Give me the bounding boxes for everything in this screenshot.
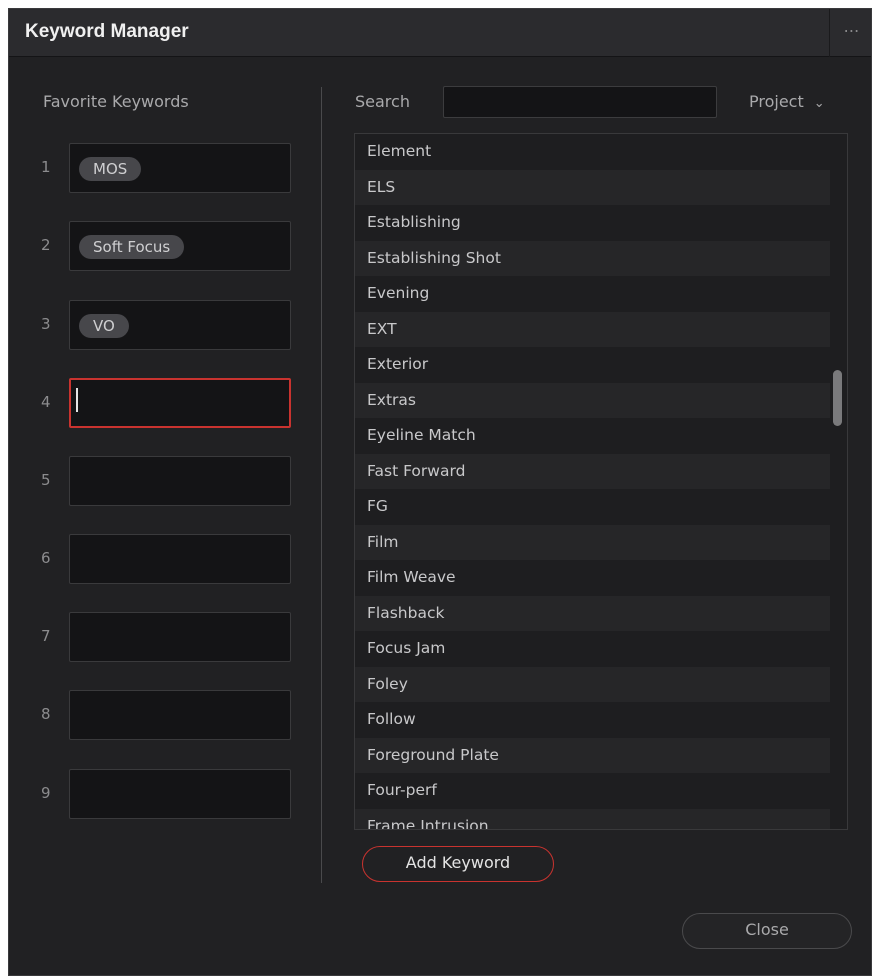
favorite-slot-2: 2 Soft Focus xyxy=(9,221,309,271)
slot-number: 4 xyxy=(41,393,51,411)
chevron-down-icon: ⌄ xyxy=(813,96,825,111)
keyword-manager-window: Keyword Manager ⋯ Favorite Keywords 1 MO… xyxy=(8,8,872,976)
list-item[interactable]: FG xyxy=(355,489,830,525)
favorite-field-4[interactable] xyxy=(69,378,291,428)
list-item[interactable]: Foreground Plate xyxy=(355,737,830,773)
slot-number: 1 xyxy=(41,158,51,176)
favorite-field-5[interactable] xyxy=(69,456,291,506)
favorite-field-2[interactable]: Soft Focus xyxy=(69,221,291,271)
slot-number: 2 xyxy=(41,236,51,254)
list-item[interactable]: Exterior xyxy=(355,347,830,383)
favorite-slot-3: 3 VO xyxy=(9,300,309,350)
favorite-slot-4: 4 xyxy=(9,378,309,428)
list-item[interactable]: Focus Jam xyxy=(355,631,830,667)
list-item[interactable]: ELS xyxy=(355,169,830,205)
title-bar-divider xyxy=(829,9,830,57)
list-item[interactable]: Establishing Shot xyxy=(355,240,830,276)
favorite-slot-5: 5 xyxy=(9,456,309,506)
list-item[interactable]: Frame Intrusion xyxy=(355,808,830,829)
favorite-field-1[interactable]: MOS xyxy=(69,143,291,193)
favorite-slot-7: 7 xyxy=(9,612,309,662)
favorite-slot-9: 9 xyxy=(9,769,309,819)
favorite-field-6[interactable] xyxy=(69,534,291,584)
favorite-slot-8: 8 xyxy=(9,690,309,740)
list-item[interactable]: EXT xyxy=(355,311,830,347)
list-item[interactable]: Fast Forward xyxy=(355,453,830,489)
list-item[interactable]: Film xyxy=(355,524,830,560)
list-item[interactable]: Flashback xyxy=(355,595,830,631)
scope-label: Project xyxy=(749,92,804,111)
window-title: Keyword Manager xyxy=(25,21,189,42)
scrollbar-thumb[interactable] xyxy=(833,370,842,426)
close-button[interactable]: Close xyxy=(682,913,852,949)
add-keyword-button[interactable]: Add Keyword xyxy=(362,846,554,882)
list-item[interactable]: Film Weave xyxy=(355,560,830,596)
keyword-chip[interactable]: VO xyxy=(79,314,129,338)
list-item[interactable]: Establishing xyxy=(355,205,830,241)
favorite-field-8[interactable] xyxy=(69,690,291,740)
list-item[interactable]: Extras xyxy=(355,382,830,418)
search-input[interactable] xyxy=(443,86,717,118)
keyword-list[interactable]: Element ELS Establishing Establishing Sh… xyxy=(354,133,848,830)
more-options-icon[interactable]: ⋯ xyxy=(835,21,869,43)
list-item[interactable]: Follow xyxy=(355,702,830,738)
slot-number: 9 xyxy=(41,784,51,802)
panel-divider xyxy=(321,87,322,883)
keyword-chip[interactable]: MOS xyxy=(79,157,142,181)
scope-dropdown[interactable]: Project ⌄ xyxy=(749,92,825,111)
title-bar: Keyword Manager ⋯ xyxy=(9,9,871,57)
slot-number: 3 xyxy=(41,315,51,333)
slot-number: 7 xyxy=(41,627,51,645)
favorite-field-7[interactable] xyxy=(69,612,291,662)
favorite-keywords-header: Favorite Keywords xyxy=(43,92,189,111)
list-item[interactable]: Foley xyxy=(355,666,830,702)
list-item[interactable]: Element xyxy=(355,134,830,170)
keyword-chip[interactable]: Soft Focus xyxy=(79,235,185,259)
slot-number: 5 xyxy=(41,471,51,489)
favorite-field-9[interactable] xyxy=(69,769,291,819)
search-label: Search xyxy=(355,92,410,111)
favorite-slot-6: 6 xyxy=(9,534,309,584)
list-item[interactable]: Evening xyxy=(355,276,830,312)
favorite-slot-1: 1 MOS xyxy=(9,143,309,193)
slot-number: 6 xyxy=(41,549,51,567)
list-item[interactable]: Eyeline Match xyxy=(355,418,830,454)
slot-number: 8 xyxy=(41,705,51,723)
list-item[interactable]: Four-perf xyxy=(355,773,830,809)
favorite-field-3[interactable]: VO xyxy=(69,300,291,350)
text-cursor xyxy=(76,388,78,412)
